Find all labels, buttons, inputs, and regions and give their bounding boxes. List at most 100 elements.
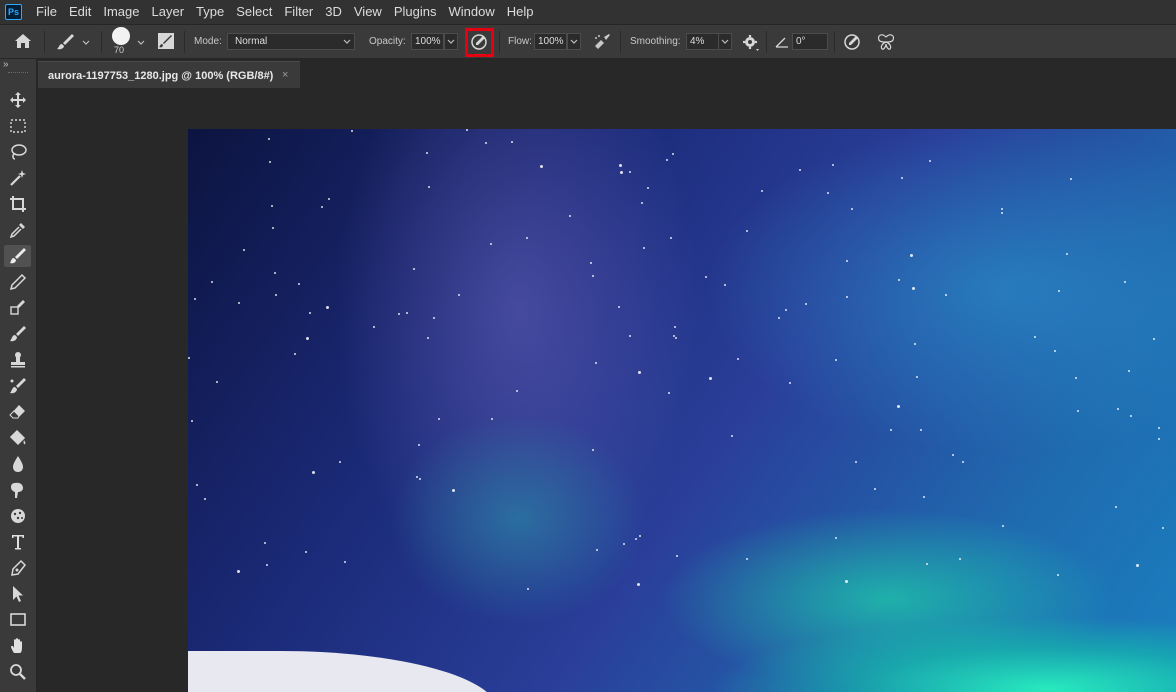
menu-type[interactable]: Type xyxy=(190,0,230,24)
path-selection-tool-icon[interactable] xyxy=(4,583,31,605)
star xyxy=(433,317,435,319)
star xyxy=(1158,438,1160,440)
zoom-tool-icon[interactable] xyxy=(4,661,31,683)
star xyxy=(623,543,625,545)
star xyxy=(271,205,273,207)
star xyxy=(1117,408,1119,410)
star xyxy=(237,570,240,573)
magic-wand-tool-icon[interactable] xyxy=(4,167,31,189)
chevron-down-icon[interactable] xyxy=(136,35,146,53)
lasso-tool-icon[interactable] xyxy=(4,141,31,163)
menu-view[interactable]: View xyxy=(348,0,388,24)
menu-layer[interactable]: Layer xyxy=(146,0,191,24)
stamp-tool-icon[interactable] xyxy=(4,349,31,371)
star xyxy=(1054,350,1056,352)
paint-bucket-tool-icon[interactable] xyxy=(4,427,31,449)
star xyxy=(1153,338,1155,340)
star xyxy=(1002,525,1004,527)
opacity-input[interactable]: 100% xyxy=(411,33,444,50)
eraser-tool-icon[interactable] xyxy=(4,401,31,423)
angle-input[interactable]: 0° xyxy=(792,33,828,50)
flow-input[interactable]: 100% xyxy=(534,33,567,50)
menu-file[interactable]: File xyxy=(30,0,63,24)
star xyxy=(629,171,631,173)
brush-settings-panel-icon[interactable] xyxy=(157,32,175,55)
star xyxy=(629,335,631,337)
brush-tool-icon[interactable] xyxy=(4,245,31,267)
star xyxy=(416,476,418,478)
pen-tool-icon[interactable] xyxy=(4,557,31,579)
home-icon[interactable] xyxy=(14,33,32,54)
star xyxy=(243,249,245,251)
star xyxy=(638,371,641,374)
blur-tool-icon[interactable] xyxy=(4,453,31,475)
star xyxy=(785,309,787,311)
smudge-tool-icon[interactable] xyxy=(4,479,31,501)
star xyxy=(1058,290,1060,292)
star xyxy=(676,555,678,557)
document-tab[interactable]: aurora-1197753_1280.jpg @ 100% (RGB/8#) … xyxy=(38,61,300,88)
smoothing-dropdown[interactable] xyxy=(718,33,732,50)
rectangle-tool-icon[interactable] xyxy=(4,609,31,631)
star xyxy=(309,312,311,314)
menu-plugins[interactable]: Plugins xyxy=(388,0,443,24)
star xyxy=(305,551,307,553)
star xyxy=(527,588,529,590)
menu-help[interactable]: Help xyxy=(501,0,540,24)
move-tool-icon[interactable] xyxy=(4,89,31,111)
star xyxy=(926,563,928,565)
gear-icon[interactable] xyxy=(742,34,760,57)
star xyxy=(596,549,598,551)
eyedropper-tool-icon[interactable] xyxy=(4,219,31,241)
star xyxy=(620,171,623,174)
crop-tool-icon[interactable] xyxy=(4,193,31,215)
smoothing-input[interactable]: 4% xyxy=(686,33,719,50)
star xyxy=(196,484,198,486)
type-tool-icon[interactable] xyxy=(4,531,31,553)
mode-select[interactable]: Normal xyxy=(227,33,355,50)
clone-stamp-tool-icon[interactable] xyxy=(4,297,31,319)
panel-collapse-icon[interactable]: » xyxy=(3,59,9,70)
pressure-size-icon[interactable] xyxy=(843,33,861,56)
flow-dropdown[interactable] xyxy=(567,33,581,50)
star xyxy=(635,538,637,540)
pencil-tool-icon[interactable] xyxy=(4,271,31,293)
star xyxy=(705,276,707,278)
star xyxy=(619,164,622,167)
star xyxy=(952,454,954,456)
canvas-image[interactable] xyxy=(188,129,1176,692)
sponge-tool-icon[interactable] xyxy=(4,505,31,527)
star xyxy=(428,186,430,188)
art-history-brush-tool-icon[interactable] xyxy=(4,375,31,397)
chevron-down-icon[interactable] xyxy=(81,35,91,53)
star xyxy=(526,237,528,239)
menu-select[interactable]: Select xyxy=(230,0,278,24)
star xyxy=(306,337,309,340)
menu-edit[interactable]: Edit xyxy=(63,0,97,24)
star xyxy=(458,294,460,296)
star xyxy=(312,471,315,474)
brush-preset-icon[interactable] xyxy=(56,33,76,56)
history-brush-tool-icon[interactable] xyxy=(4,323,31,345)
star xyxy=(923,496,925,498)
star xyxy=(491,418,493,420)
star xyxy=(643,247,645,249)
brush-tip-preview[interactable] xyxy=(112,27,130,45)
star xyxy=(1057,574,1059,576)
menu-image[interactable]: Image xyxy=(97,0,145,24)
hand-tool-icon[interactable] xyxy=(4,635,31,657)
star xyxy=(890,429,892,431)
marquee-tool-icon[interactable] xyxy=(4,115,31,137)
close-icon[interactable]: × xyxy=(282,69,288,81)
mode-value: Normal xyxy=(235,36,268,47)
symmetry-butterfly-icon[interactable] xyxy=(876,33,896,56)
menu-3d[interactable]: 3D xyxy=(319,0,348,24)
star xyxy=(920,429,922,431)
star xyxy=(874,488,876,490)
menu-window[interactable]: Window xyxy=(442,0,500,24)
menu-filter[interactable]: Filter xyxy=(278,0,319,24)
star xyxy=(592,275,594,277)
star xyxy=(639,535,641,537)
opacity-dropdown[interactable] xyxy=(444,33,458,50)
airbrush-icon[interactable] xyxy=(592,33,612,56)
